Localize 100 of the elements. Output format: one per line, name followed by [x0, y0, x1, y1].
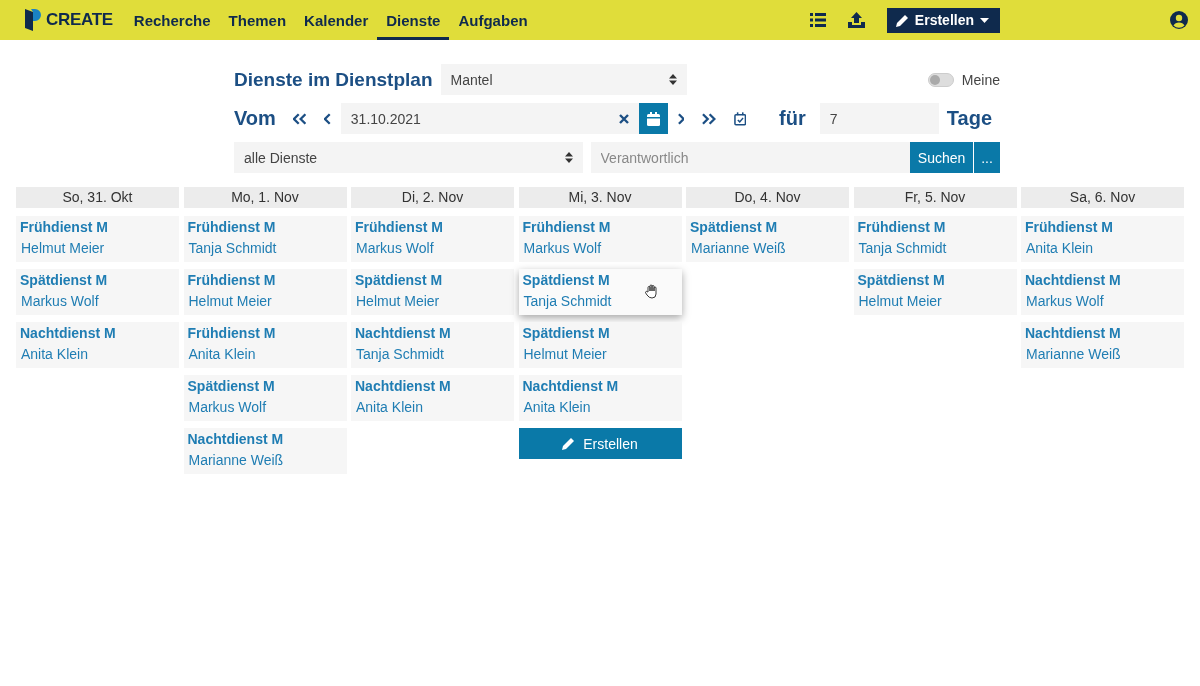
double-left-icon[interactable] [292, 112, 307, 125]
person-name: Anita Klein [20, 346, 89, 362]
shift-name: Nachtdienst M [1025, 272, 1122, 288]
shift-card[interactable]: Spätdienst M Tanja Schmidt [518, 269, 682, 315]
nav-tab[interactable]: Themen [219, 0, 296, 40]
plan-select[interactable]: Mantel [440, 64, 687, 95]
shift-card[interactable]: Nachtdienst M Marianne Weiß [1021, 322, 1184, 368]
mine-label: Meine [961, 71, 1000, 88]
clear-icon[interactable] [619, 113, 630, 124]
pencil-icon [895, 13, 909, 27]
sort-arrows-icon [564, 152, 573, 163]
shift-card[interactable]: Frühdienst M Anita Klein [1021, 216, 1184, 262]
brand-name: CREATE [46, 10, 113, 30]
person-name: Tanja Schmidt [857, 240, 948, 256]
calendar-button[interactable] [639, 103, 668, 134]
calendar-check-icon[interactable] [733, 111, 747, 126]
left-icon[interactable] [324, 112, 332, 125]
person-name: Marianne Weiß [187, 452, 285, 468]
service-select[interactable]: alle Dienste [234, 142, 583, 173]
logo-icon [24, 8, 41, 32]
shift-name: Frühdienst M [1025, 219, 1114, 235]
shift-card[interactable]: Spätdienst M Helmut Meier [518, 322, 682, 368]
shift-card[interactable]: Frühdienst M Tanja Schmidt [183, 216, 347, 262]
shift-card[interactable]: Nachtdienst M Markus Wolf [1021, 269, 1184, 315]
shift-card[interactable]: Nachtdienst M Anita Klein [518, 375, 682, 421]
shift-card[interactable]: Frühdienst M Markus Wolf [518, 216, 682, 262]
shift-name: Frühdienst M [20, 219, 109, 235]
responsible-field[interactable]: Verantwortlich [590, 142, 911, 173]
caret-icon [980, 17, 989, 23]
shift-name: Frühdienst M [187, 325, 277, 341]
shift-name: Spätdienst M [355, 272, 444, 288]
shift-card[interactable]: Frühdienst M Markus Wolf [351, 216, 514, 262]
person-name: Markus Wolf [522, 240, 603, 256]
pencil-icon [562, 437, 576, 450]
more-button[interactable]: ... [974, 142, 1000, 173]
create-shift-button[interactable]: Erstellen [518, 428, 682, 459]
right-icon[interactable] [676, 112, 685, 125]
hand-cursor-icon [644, 284, 659, 299]
double-right-icon[interactable] [702, 112, 716, 125]
shift-card[interactable]: Nachtdienst M Anita Klein [16, 322, 179, 368]
sort-arrows-icon [668, 74, 677, 85]
person-name: Anita Klein [522, 399, 592, 415]
shift-name: Frühdienst M [522, 219, 612, 235]
shift-card[interactable]: Spätdienst M Marianne Weiß [686, 216, 849, 262]
person-name: Helmut Meier [20, 240, 106, 256]
date-field[interactable]: 31.10.2021 [340, 103, 640, 134]
day-header: Mi, 3. Nov [518, 187, 682, 208]
person-name: Markus Wolf [1025, 293, 1105, 309]
person-name: Helmut Meier [355, 293, 441, 309]
shift-name: Nachtdienst M [355, 325, 452, 341]
person-name: Tanja Schmidt [187, 240, 278, 256]
shift-card[interactable]: Frühdienst M Tanja Schmidt [853, 216, 1017, 262]
shift-name: Nachtdienst M [187, 431, 285, 447]
shift-name: Frühdienst M [187, 219, 277, 235]
person-name: Markus Wolf [20, 293, 100, 309]
shift-card[interactable]: Nachtdienst M Marianne Weiß [183, 428, 347, 474]
upload-icon[interactable] [847, 12, 865, 28]
shift-name: Spätdienst M [857, 272, 946, 288]
person-name: Marianne Weiß [690, 240, 787, 256]
nav-tab[interactable]: Dienste [377, 0, 450, 40]
day-header: So, 31. Okt [16, 187, 179, 208]
days-field[interactable]: 7 [819, 103, 939, 134]
search-button[interactable]: Suchen [910, 142, 974, 173]
from-label: Vom [234, 107, 276, 130]
list-icon[interactable] [809, 13, 826, 27]
shift-card[interactable]: Spätdienst M Markus Wolf [16, 269, 179, 315]
shift-name: Nachtdienst M [522, 378, 620, 394]
create-menu-button[interactable]: Erstellen [886, 7, 1000, 33]
person-name: Helmut Meier [522, 346, 608, 362]
person-name: Tanja Schmidt [355, 346, 445, 362]
person-name: Marianne Weiß [1025, 346, 1122, 362]
shift-card[interactable]: Spätdienst M Markus Wolf [183, 375, 347, 421]
nav-tab[interactable]: Recherche [124, 0, 220, 40]
shift-card[interactable]: Frühdienst M Anita Klein [183, 322, 347, 368]
shift-card[interactable]: Frühdienst M Helmut Meier [183, 269, 347, 315]
day-header: Mo, 1. Nov [183, 187, 347, 208]
shift-card[interactable]: Nachtdienst M Tanja Schmidt [351, 322, 514, 368]
shift-card[interactable]: Spätdienst M Helmut Meier [853, 269, 1017, 315]
person-name: Helmut Meier [857, 293, 943, 309]
shift-name: Spätdienst M [522, 325, 611, 341]
days-label: Tage [946, 107, 992, 130]
shift-card[interactable]: Frühdienst M Helmut Meier [16, 216, 179, 262]
person-name: Anita Klein [187, 346, 257, 362]
day-header: Sa, 6. Nov [1021, 187, 1184, 208]
day-header: Di, 2. Nov [351, 187, 514, 208]
shift-name: Frühdienst M [355, 219, 444, 235]
shift-name: Frühdienst M [857, 219, 947, 235]
shift-name: Spätdienst M [522, 272, 611, 288]
nav-tab[interactable]: Kalender [295, 0, 378, 40]
shift-card[interactable]: Spätdienst M Helmut Meier [351, 269, 514, 315]
calendar-icon [646, 111, 660, 126]
mine-toggle[interactable] [927, 72, 954, 87]
person-name: Tanja Schmidt [522, 293, 613, 309]
nav-tab[interactable]: Aufgaben [449, 0, 537, 40]
person-name: Anita Klein [355, 399, 424, 415]
shift-card[interactable]: Nachtdienst M Anita Klein [351, 375, 514, 421]
user-icon[interactable] [1170, 11, 1188, 29]
person-name: Markus Wolf [355, 240, 435, 256]
person-name: Anita Klein [1025, 240, 1094, 256]
shift-name: Spätdienst M [20, 272, 109, 288]
